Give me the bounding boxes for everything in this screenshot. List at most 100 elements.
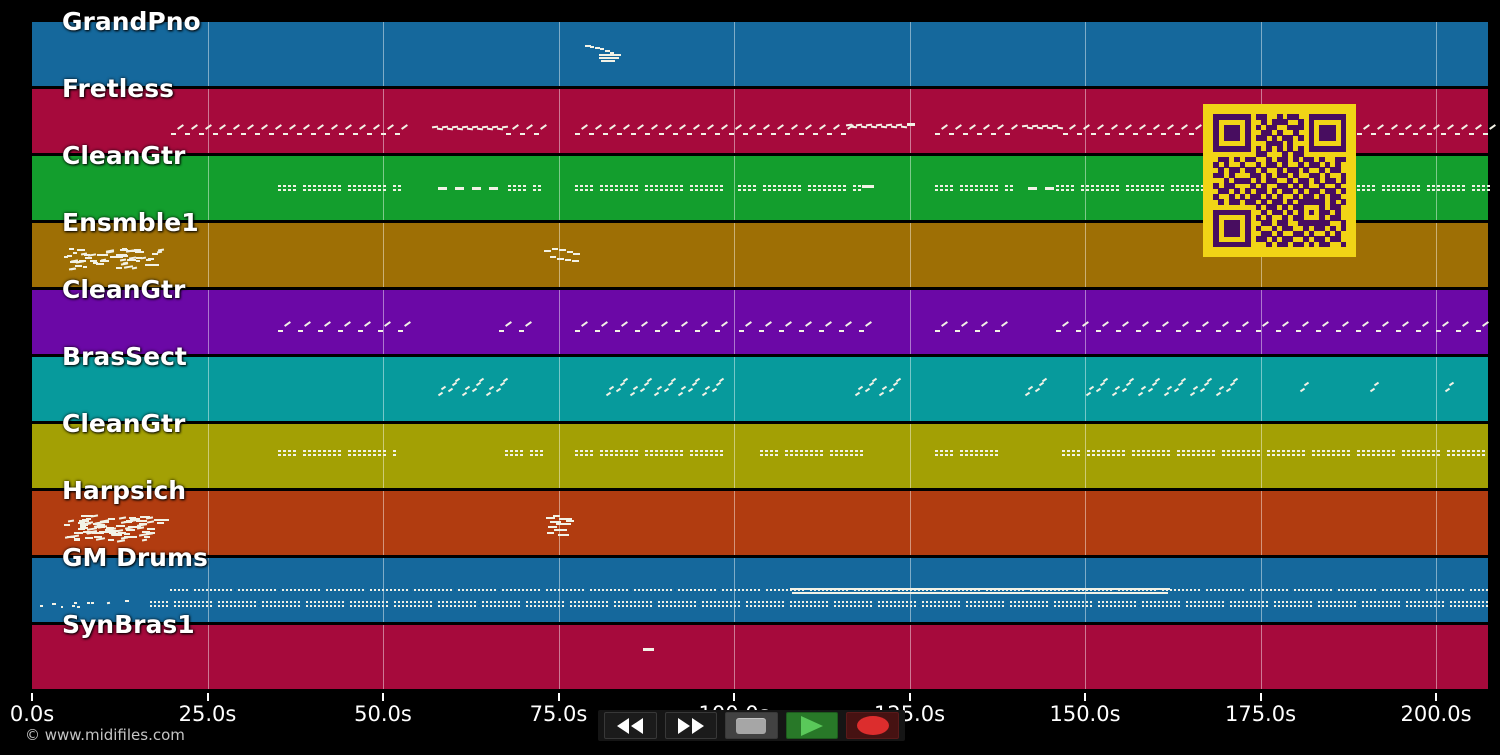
track-label: GM Drums [62, 543, 208, 572]
gridline [1436, 22, 1437, 86]
axis-tick [733, 693, 735, 701]
track-label: BrasSect [62, 342, 187, 371]
axis-tick [908, 693, 911, 701]
qr-module [1266, 241, 1272, 248]
record-icon [856, 716, 889, 735]
gridline [734, 290, 735, 354]
midi-visualizer: GrandPno Fretless CleanGtr Ensmble1 CleanGtr… [0, 0, 1500, 755]
gridline [558, 290, 560, 354]
track-band [32, 290, 1488, 354]
gridline [558, 625, 560, 689]
gridline [207, 89, 209, 153]
gridline [1260, 491, 1262, 555]
track-label: Ensmble1 [62, 208, 199, 237]
axis-tick [1435, 693, 1437, 701]
gridline [1260, 290, 1262, 354]
track-label: CleanGtr [62, 409, 186, 438]
qr-module [1298, 135, 1304, 141]
gridline [207, 22, 209, 86]
gridline [1260, 625, 1262, 689]
gridline [1436, 424, 1437, 488]
gridline [558, 223, 560, 287]
gridline [1085, 156, 1086, 220]
gridline [734, 625, 735, 689]
qr-module [1234, 167, 1240, 173]
gridline [383, 89, 384, 153]
qr-module [1340, 225, 1347, 232]
gridline [1085, 424, 1086, 488]
axis-tick-label: 50.0s [354, 702, 412, 726]
qr-module [1234, 231, 1240, 237]
qr-module [1218, 199, 1225, 205]
gridline [734, 89, 735, 153]
gridline [383, 625, 384, 689]
axis-tick [206, 693, 209, 701]
axis-tick-label: 175.0s [1224, 702, 1297, 726]
record-button[interactable] [846, 712, 899, 739]
gridline [207, 357, 209, 421]
track-band [32, 424, 1488, 488]
gridline [734, 424, 735, 488]
gridline [1436, 357, 1437, 421]
track-label: GrandPno [62, 7, 201, 36]
gridline [207, 625, 209, 689]
gridline [734, 22, 735, 86]
qr-module [1340, 199, 1347, 205]
qr-module [1330, 135, 1336, 141]
gridline [383, 223, 384, 287]
gridline [207, 290, 209, 354]
axis-tick [382, 693, 384, 701]
gridline [909, 89, 911, 153]
gridline [909, 357, 911, 421]
gridline [1085, 89, 1086, 153]
gridline [1085, 491, 1086, 555]
fast-forward-button[interactable] [664, 712, 718, 739]
qr-module [1234, 135, 1240, 141]
axis-tick [557, 693, 560, 701]
gridline [909, 625, 911, 689]
gridline [207, 223, 209, 287]
qr-module [1340, 156, 1347, 163]
gridline [558, 424, 560, 488]
gridline [1085, 22, 1086, 86]
gridline [734, 156, 735, 220]
gridline [1260, 22, 1262, 86]
gridline [1436, 156, 1437, 220]
transport-bar [598, 710, 905, 741]
qr-module [1308, 209, 1315, 216]
axis-tick-label: 75.0s [529, 702, 588, 726]
gridline [909, 424, 911, 488]
gridline [1436, 290, 1437, 354]
rewind-icon [617, 717, 630, 734]
track-band [32, 625, 1488, 689]
qr-module [1298, 124, 1304, 131]
track-label: SynBras1 [62, 610, 195, 639]
qr-module [1234, 199, 1240, 205]
track-band [32, 357, 1488, 421]
gridline [383, 491, 384, 555]
stop-button[interactable] [725, 712, 778, 739]
gridline [383, 156, 384, 220]
gridline [1436, 491, 1437, 555]
fast-forward-icon [677, 717, 690, 734]
gridline [734, 357, 735, 421]
track-label: CleanGtr [62, 275, 186, 304]
qr-code [1203, 104, 1356, 257]
gridline [909, 22, 911, 86]
gridline [1436, 625, 1437, 689]
gridline [1260, 424, 1262, 488]
qr-module [1298, 241, 1304, 248]
track-band [32, 491, 1488, 555]
gridline [909, 491, 911, 555]
track-label: Fretless [62, 74, 174, 103]
gridline [1260, 357, 1262, 421]
play-button[interactable] [785, 712, 839, 739]
track-label: Harpsich [62, 476, 187, 505]
qr-module [1340, 145, 1347, 152]
gridline [734, 491, 735, 555]
axis-tick-label: 0.0s [9, 702, 55, 726]
gridline [909, 156, 911, 220]
rewind-button[interactable] [604, 712, 657, 739]
gridline [558, 357, 560, 421]
qr-module [1340, 241, 1347, 248]
